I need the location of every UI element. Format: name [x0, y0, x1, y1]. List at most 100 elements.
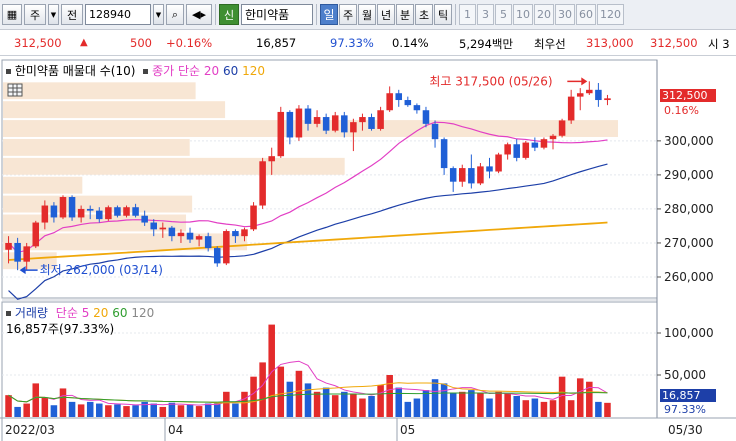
- candle-body: [5, 242, 12, 250]
- candle-body: [50, 205, 58, 218]
- interval-tab-1[interactable]: 1: [459, 4, 476, 25]
- volume-bar: [123, 406, 130, 417]
- volume-bar: [105, 405, 112, 417]
- volume-bar: [604, 402, 611, 417]
- interval-tab-60[interactable]: 60: [576, 4, 596, 25]
- period-tab-3[interactable]: 년: [377, 4, 395, 25]
- candle-body: [204, 236, 212, 249]
- period-tabs: 일주월년분초틱: [320, 4, 452, 25]
- volume-bar: [50, 405, 58, 417]
- candle-body: [549, 135, 557, 140]
- vol-ma-period-60: 60: [112, 306, 128, 320]
- stock-name-field: 한미약품: [241, 4, 313, 25]
- candle-body: [259, 161, 266, 206]
- code-dropdown-icon[interactable]: ▼: [153, 4, 164, 25]
- volume-bar: [268, 324, 275, 417]
- volume-bar: [413, 398, 421, 417]
- extra-field: 시 3: [708, 37, 730, 51]
- period-tab-2[interactable]: 월: [358, 4, 376, 25]
- search-icon[interactable]: ⌕: [166, 4, 184, 25]
- price-legend-title: 한미약품 매물대 수(10): [14, 64, 136, 78]
- stock-code-input[interactable]: 128940: [85, 4, 151, 25]
- interval-tab-20[interactable]: 20: [534, 4, 554, 25]
- current-pct-tag: 0.16%: [664, 104, 699, 117]
- candle-body: [59, 197, 67, 218]
- interval-tab-10[interactable]: 10: [513, 4, 533, 25]
- interval-tab-120[interactable]: 120: [597, 4, 624, 25]
- candle-body: [431, 123, 439, 140]
- candle-body: [195, 236, 203, 240]
- volume-bar: [114, 404, 121, 417]
- interval-tab-3[interactable]: 3: [477, 4, 494, 25]
- ma-label: 종가 단순: [152, 64, 201, 78]
- volume-profile-bar: [3, 176, 83, 194]
- toolbar: ▦ 주 ▼ 전 128940 ▼ ⌕ ◀▸ 신 한미약품 일주월년분초틱 135…: [0, 0, 736, 30]
- volume-bar: [168, 402, 176, 417]
- volume-bar: [404, 401, 412, 417]
- volume-bar: [195, 406, 203, 417]
- sound-icon[interactable]: ◀▸: [186, 4, 212, 25]
- volume-bar: [250, 376, 257, 417]
- turnover-rate: 0.14%: [392, 36, 429, 50]
- volume-bar: [513, 396, 520, 417]
- volume-bar: [567, 400, 575, 417]
- interval-tab-30[interactable]: 30: [555, 4, 575, 25]
- candle-body: [486, 166, 493, 172]
- vol-ma-period-20: 20: [93, 306, 109, 320]
- volume-bar: [359, 398, 366, 417]
- best-bid-label: 최우선: [534, 37, 566, 51]
- y-tick-label: 260,000: [664, 270, 714, 284]
- grid-icon[interactable]: ▦: [2, 4, 22, 25]
- volume-bar: [186, 404, 194, 417]
- volume-bar: [204, 403, 212, 417]
- volume-bar: [395, 387, 403, 417]
- candle-body: [223, 231, 230, 264]
- candle-body: [86, 208, 94, 211]
- volume-bar: [223, 391, 230, 417]
- best-ask-price: 313,000: [586, 36, 634, 50]
- chevron-down-icon[interactable]: ▼: [48, 4, 59, 25]
- candle-body: [604, 98, 611, 101]
- volume-bar: [540, 401, 548, 417]
- candle-body: [313, 117, 321, 124]
- candle-body: [567, 96, 575, 121]
- candle-body: [14, 242, 21, 262]
- candle-body: [350, 122, 357, 133]
- volume-bar: [477, 393, 484, 417]
- period-tab-6[interactable]: 틱: [434, 4, 452, 25]
- x-tick-label: 2022/03: [5, 423, 55, 437]
- volume-bar: [576, 378, 584, 417]
- period-tab-0[interactable]: 일: [320, 4, 338, 25]
- period-tab-5[interactable]: 초: [415, 4, 433, 25]
- period-tab-1[interactable]: 주: [339, 4, 357, 25]
- stock-chart[interactable]: 300,000 290,000 280,000 270,000 260,000 100,0…: [0, 56, 736, 441]
- candle-body: [404, 100, 412, 106]
- current-price-tag: 312,500: [660, 89, 716, 102]
- volume-bar: [459, 391, 466, 417]
- candle-body: [377, 110, 384, 129]
- candle-body: [295, 108, 303, 138]
- vol-ma-label: 단순: [55, 306, 78, 320]
- candle-body: [413, 105, 421, 111]
- candle-body: [368, 117, 375, 129]
- price-change: 500: [130, 36, 152, 50]
- interval-tab-5[interactable]: 5: [495, 4, 512, 25]
- candle-body: [68, 197, 76, 218]
- volume-bar: [495, 391, 502, 417]
- volume-bar: [77, 404, 85, 417]
- volume-bar: [41, 397, 49, 417]
- volume-bar: [350, 393, 357, 417]
- candle-body: [513, 144, 520, 158]
- candle-body: [468, 168, 475, 184]
- volume-bar: [322, 387, 330, 417]
- volume-profile-bar: [3, 138, 190, 156]
- previous-button[interactable]: 전: [61, 4, 83, 25]
- candle-body: [123, 207, 130, 216]
- volume-profile-bar: [3, 82, 196, 100]
- candle-body: [23, 246, 30, 262]
- chart-type-select[interactable]: 주: [24, 4, 46, 25]
- volume-bar: [241, 391, 248, 417]
- volume-bar: [96, 403, 103, 417]
- table-toggle-icon[interactable]: [7, 83, 23, 97]
- period-tab-4[interactable]: 분: [396, 4, 414, 25]
